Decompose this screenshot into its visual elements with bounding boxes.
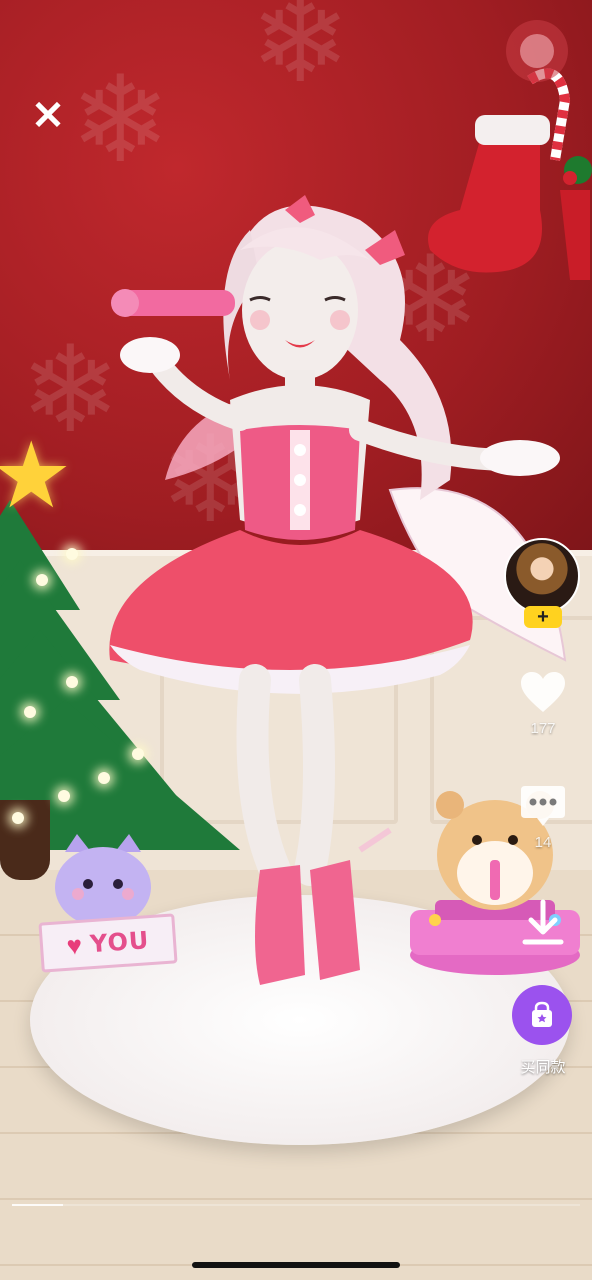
- download-button[interactable]: [503, 898, 583, 950]
- avatar[interactable]: [504, 538, 580, 614]
- like-count: 177: [530, 720, 556, 737]
- follow-button[interactable]: +: [524, 606, 562, 628]
- author-avatar-area[interactable]: +: [504, 538, 580, 630]
- shopping-bag-icon: [532, 1001, 552, 1027]
- comment-count: 14: [534, 834, 552, 851]
- buy-same-label: 买同款: [520, 1059, 566, 1076]
- snowflake-pattern: ❄: [70, 53, 171, 187]
- video-scene[interactable]: ❄ ❄ ❄ ❄ ❄ ★ ♥ YOU: [0, 0, 592, 1280]
- buy-same-button[interactable]: [512, 985, 572, 1045]
- comment-button[interactable]: 14: [503, 784, 583, 851]
- sign-text: YOU: [89, 926, 151, 959]
- star-icon: ★: [0, 425, 73, 527]
- heart-icon: ♥: [65, 929, 84, 961]
- plus-icon: +: [537, 605, 549, 628]
- music-disc-button[interactable]: [506, 20, 568, 82]
- heart-icon: [521, 672, 565, 712]
- comment-icon: [521, 786, 565, 826]
- download-icon: [522, 899, 564, 945]
- music-disc-icon: [520, 34, 554, 68]
- you-sign: ♥ YOU: [38, 913, 178, 973]
- snowflake-pattern: ❄: [250, 0, 351, 107]
- home-indicator: [192, 1262, 400, 1268]
- like-button[interactable]: 177: [503, 670, 583, 737]
- close-button[interactable]: ✕: [28, 96, 68, 136]
- progress-fill: [12, 1204, 64, 1206]
- video-progress-bar[interactable]: [12, 1204, 580, 1206]
- close-icon: ✕: [31, 94, 65, 138]
